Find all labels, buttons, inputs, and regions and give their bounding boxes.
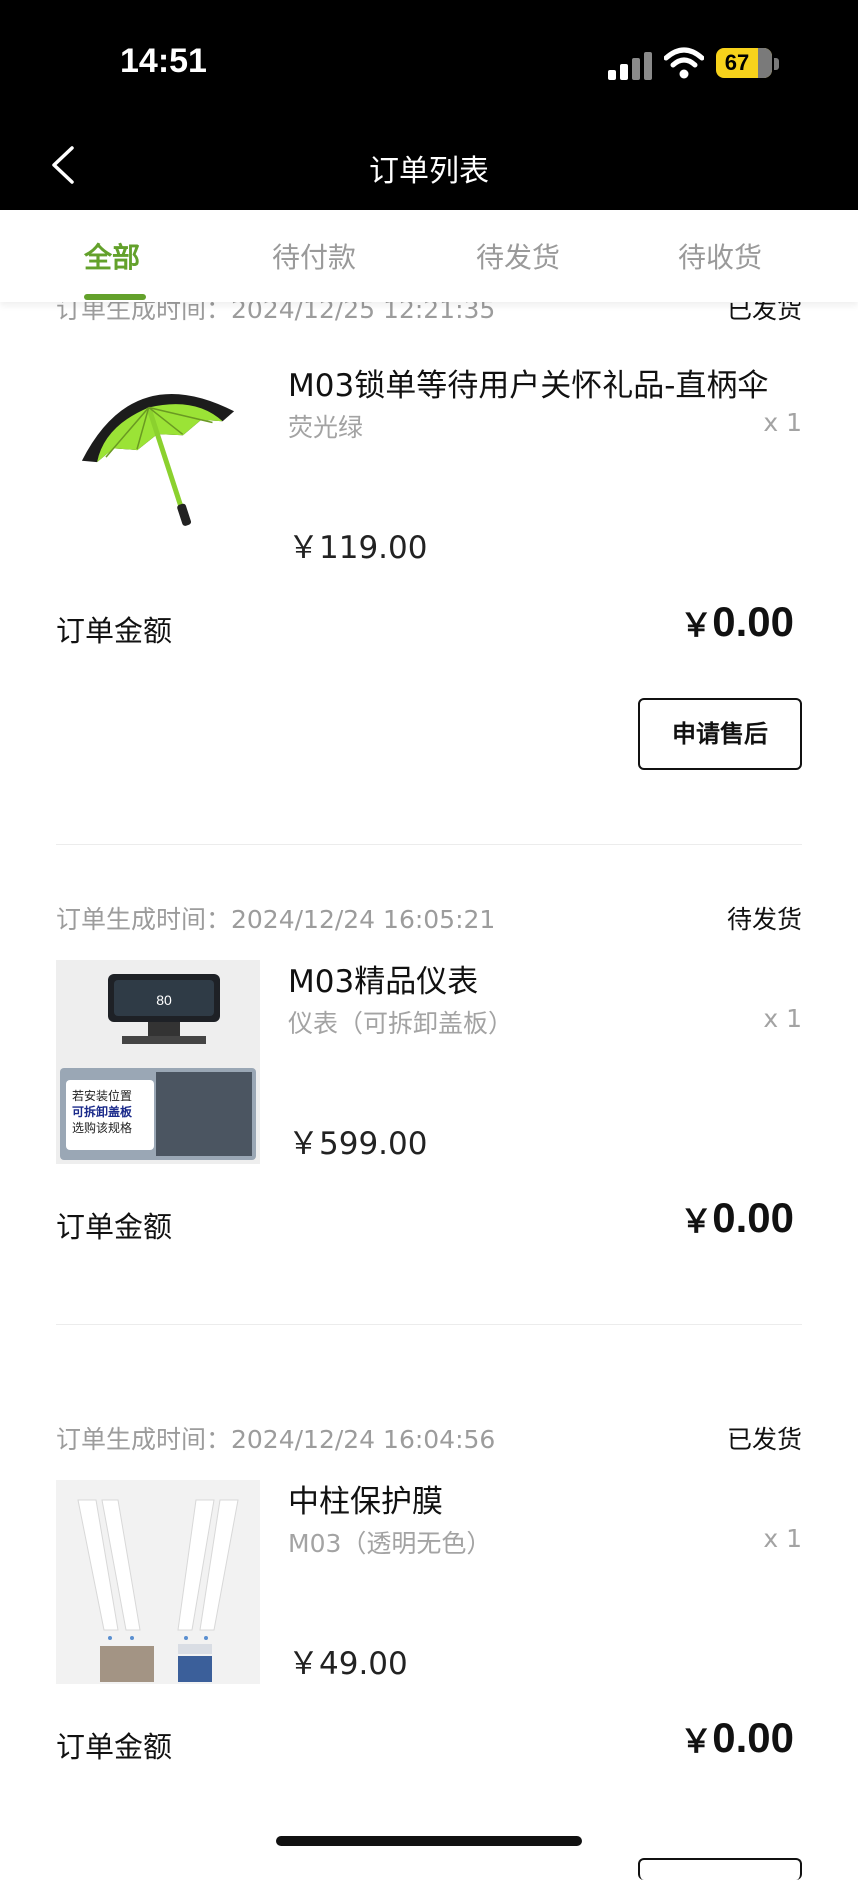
product-price: ￥599.00 <box>288 1126 428 1162</box>
product-quantity: x 1 <box>763 408 802 437</box>
order-amount-value: ￥0.00 <box>680 1714 794 1762</box>
product-name[interactable]: 中柱保护膜 <box>288 1476 443 1521</box>
tab-pending-payment[interactable]: 待付款 <box>272 236 356 276</box>
order-amount: 0.00 <box>712 1194 794 1241</box>
wifi-icon <box>664 47 704 79</box>
nav-bar: 订单列表 <box>0 120 858 210</box>
product-name[interactable]: M03锁单等待用户关怀礼品-直柄伞 <box>288 360 768 405</box>
battery-level: 67 <box>724 50 750 75</box>
order-tabs: 全部 待付款 待发货 待收货 <box>0 210 858 302</box>
order-amount-value: ￥0.00 <box>680 598 794 646</box>
order-amount-label: 订单金额 <box>56 1210 173 1244</box>
battery-icon: 67 <box>716 48 772 78</box>
order-amount: 0.00 <box>712 1714 794 1761</box>
active-tab-indicator <box>84 294 146 300</box>
product-image-pillar-film[interactable] <box>56 1480 260 1684</box>
divider <box>56 844 802 845</box>
status-bar: 14:51 67 <box>0 0 858 120</box>
tab-pending-shipment[interactable]: 待发货 <box>476 236 560 276</box>
currency-symbol: ￥ <box>680 1202 713 1240</box>
product-spec: M03（透明无色） <box>288 1529 492 1558</box>
product-price: ￥49.00 <box>288 1646 408 1682</box>
product-quantity: x 1 <box>763 1004 802 1033</box>
order-list[interactable]: 订单生成时间：2024/12/25 12:21:35 已发货 M03锁单等待用户… <box>0 260 858 1864</box>
home-indicator[interactable] <box>276 1836 582 1846</box>
divider <box>56 1324 802 1325</box>
dashboard-note-line1: 若安装位置 <box>72 1088 132 1103</box>
product-name[interactable]: M03精品仪表 <box>288 956 478 1001</box>
order-created-time: 订单生成时间：2024/12/24 16:04:56 <box>56 1425 496 1454</box>
status-time: 14:51 <box>120 42 207 80</box>
order-amount-label: 订单金额 <box>56 1730 173 1764</box>
order-amount-value: ￥0.00 <box>680 1194 794 1242</box>
product-quantity: x 1 <box>763 1524 802 1553</box>
product-image-umbrella[interactable] <box>56 344 260 548</box>
tab-all[interactable]: 全部 <box>84 236 140 276</box>
after-sale-button-peek[interactable] <box>638 1858 802 1880</box>
cellular-signal-icon <box>608 52 654 80</box>
order-status: 待发货 <box>726 905 802 934</box>
product-price: ￥119.00 <box>288 530 428 566</box>
order-amount: 0.00 <box>712 598 794 645</box>
currency-symbol: ￥ <box>680 1722 713 1760</box>
order-created-time: 订单生成时间：2024/12/24 16:05:21 <box>56 905 496 934</box>
product-spec: 荧光绿 <box>288 413 364 442</box>
dashboard-note-line2: 可拆卸盖板 <box>72 1104 133 1119</box>
tab-pending-receipt[interactable]: 待收货 <box>678 236 762 276</box>
product-spec: 仪表（可拆卸盖板） <box>288 1009 514 1038</box>
page-title: 订单列表 <box>369 154 489 189</box>
after-sale-button[interactable]: 申请售后 <box>638 698 802 770</box>
order-status: 已发货 <box>726 1425 802 1454</box>
product-image-dashboard[interactable]: 80 若安装位置 可拆卸盖板 选购该规格 <box>56 960 260 1164</box>
dashboard-note-line3: 选购该规格 <box>72 1120 132 1135</box>
currency-symbol: ￥ <box>680 606 713 644</box>
battery-tip <box>774 58 779 70</box>
dashboard-speed-text: 80 <box>156 992 172 1008</box>
order-amount-label: 订单金额 <box>56 614 173 648</box>
